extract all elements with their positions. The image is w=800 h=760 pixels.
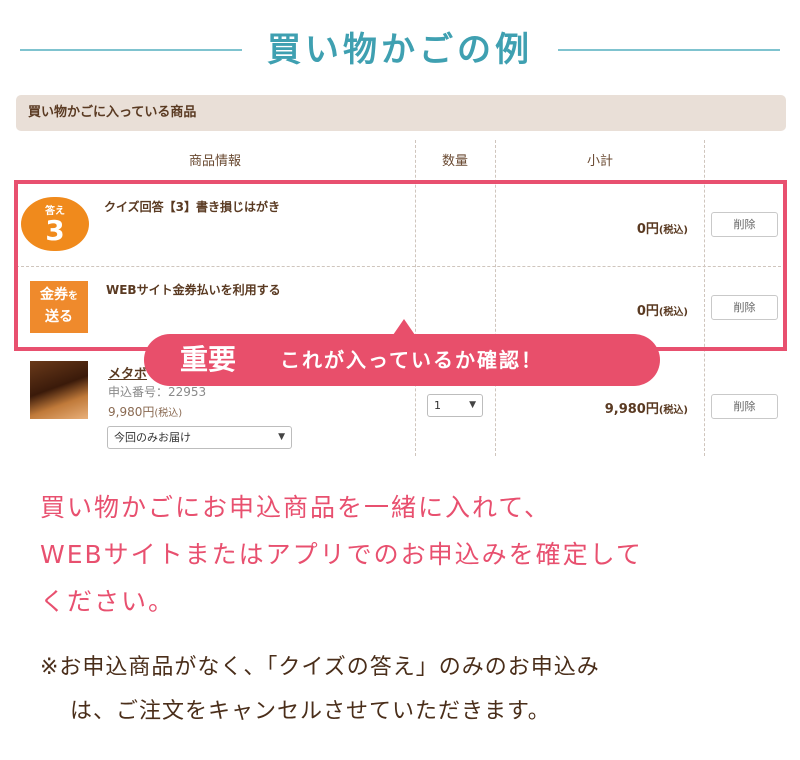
quantity-select[interactable]: 1 ▼ xyxy=(427,394,483,417)
delivery-option-select[interactable]: 今回のみお届け ▼ xyxy=(107,426,292,449)
price-value: 0円 xyxy=(636,304,659,319)
answer-badge-number: 3 xyxy=(45,214,65,247)
subtotal-value: 9,980円 xyxy=(604,402,659,417)
tax-label: (税込) xyxy=(658,225,688,236)
price-value: 0円 xyxy=(636,222,659,237)
note-line: ※お申込商品がなく、「クイズの答え」のみのお申込み xyxy=(40,655,600,680)
voucher-badge-icon: 金券を 送る xyxy=(30,281,88,333)
delivery-option-value: 今回のみお届け xyxy=(114,431,191,444)
page-title: 買い物かごの例 xyxy=(267,30,533,70)
important-callout: 重要 これが入っているか確認！ xyxy=(144,334,660,386)
tax-label: (税込) xyxy=(658,405,688,416)
tax-label: (税込) xyxy=(154,408,183,419)
column-header-quantity: 数量 xyxy=(441,154,468,169)
instruction-line: 買い物かごにお申込商品を一緒に入れて、 xyxy=(40,493,552,522)
voucher-badge-line1: 金券 xyxy=(40,287,68,303)
delete-button[interactable]: 削除 xyxy=(711,295,778,320)
product-price: 9,980円(税込) xyxy=(108,403,182,420)
product-image[interactable] xyxy=(30,361,88,419)
quantity-value: 1 xyxy=(434,399,441,412)
tax-label: (税込) xyxy=(658,307,688,318)
voucher-badge-particle: を xyxy=(68,291,78,302)
cart-item-price: 0円(税込) xyxy=(560,300,688,319)
instruction-text: 買い物かごにお申込商品を一緒に入れて、 WEBサイトまたはアプリでのお申込みを確… xyxy=(40,484,780,625)
callout-label: 重要 xyxy=(180,343,237,376)
delete-button[interactable]: 削除 xyxy=(711,394,778,419)
callout-pointer xyxy=(393,319,415,335)
column-header-subtotal: 小計 xyxy=(586,154,613,169)
note-line: は、ご注文をキャンセルさせていただきます。 xyxy=(70,699,551,724)
delete-button[interactable]: 削除 xyxy=(711,212,778,237)
chevron-down-icon: ▼ xyxy=(278,432,285,442)
chevron-down-icon: ▼ xyxy=(469,400,476,410)
cart-item-name: WEBサイト金券払いを利用する xyxy=(106,283,281,297)
cancellation-note: ※お申込商品がなく、「クイズの答え」のみのお申込み は、ご注文をキャンセルさせて… xyxy=(40,646,780,734)
column-header-info: 商品情報 xyxy=(188,154,241,169)
title-divider-right xyxy=(558,49,780,51)
product-price-value: 9,980円 xyxy=(108,405,155,419)
callout-text: これが入っているか確認！ xyxy=(280,348,543,372)
instruction-line: WEBサイトまたはアプリでのお申込みを確定して xyxy=(40,540,643,569)
instruction-line: ください。 xyxy=(40,587,176,616)
cart-header: 買い物かごに入っている商品 xyxy=(16,95,786,131)
voucher-badge-line2: 送る xyxy=(45,309,73,325)
cart-item-price: 0円(税込) xyxy=(560,218,688,237)
product-subtotal: 9,980円(税込) xyxy=(540,398,688,417)
cart-item-name: クイズ回答【3】書き損じはがき xyxy=(104,200,280,214)
answer-badge-icon: 答え 3 xyxy=(21,197,89,251)
product-name-link[interactable]: メタボ xyxy=(108,363,147,382)
title-row: 買い物かごの例 xyxy=(0,22,800,78)
title-divider-left xyxy=(20,49,242,51)
